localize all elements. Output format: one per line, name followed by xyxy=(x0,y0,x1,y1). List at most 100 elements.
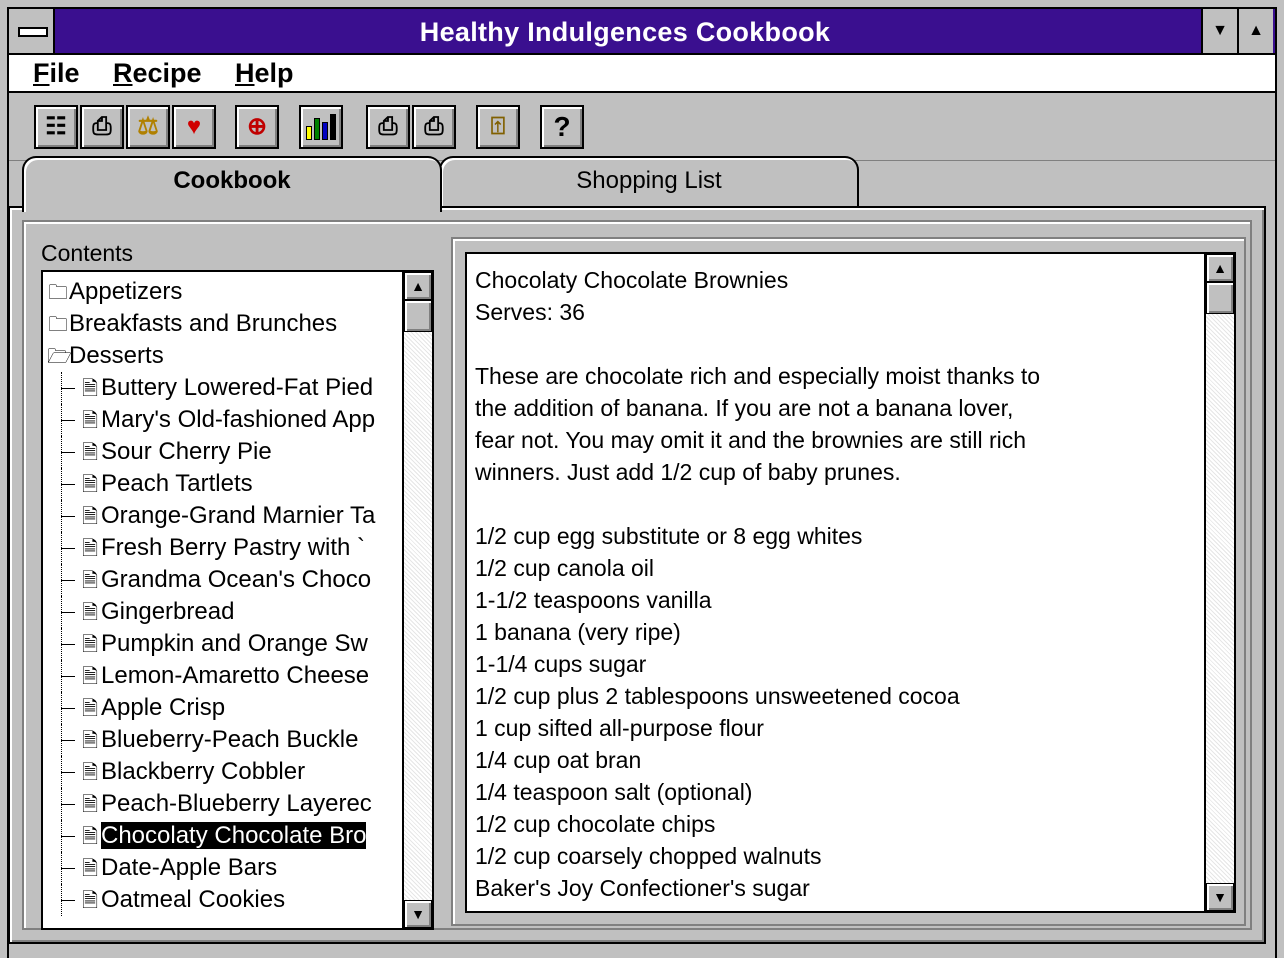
print-setup-button[interactable]: ⎙ xyxy=(412,105,456,149)
tree-item-recipe[interactable]: 🗎 Pumpkin and Orange Sw xyxy=(43,628,395,660)
tree-item-folder[interactable]: 🗀Breakfasts and Brunches xyxy=(43,308,395,340)
tree-item-recipe[interactable]: 🗎 Oatmeal Cookies xyxy=(43,884,395,916)
heart-button[interactable]: ♥ xyxy=(172,105,216,149)
help-button[interactable]: ? xyxy=(540,105,584,149)
scroll-down-button[interactable]: ▼ xyxy=(1206,883,1234,911)
chevron-up-icon: ▲ xyxy=(1248,22,1264,39)
recipe-line: 1-1/2 teaspoons vanilla xyxy=(475,587,712,613)
system-menu-icon xyxy=(18,27,48,37)
tree-item-label: Fresh Berry Pastry with ` xyxy=(101,534,366,561)
minimize-button[interactable]: ▼ xyxy=(1201,9,1237,53)
arrow-up-icon: ▲ xyxy=(411,278,425,294)
recipe-line: 1 banana (very ripe) xyxy=(475,619,681,645)
tree-item-recipe[interactable]: 🗎 Lemon-Amaretto Cheese xyxy=(43,660,395,692)
recipe-line: 1/4 teaspoon salt (optional) xyxy=(475,779,753,805)
heart-icon: ♥ xyxy=(186,113,202,140)
tree-item-label: Blackberry Cobbler xyxy=(101,758,306,785)
tree-item-recipe[interactable]: 🗎 Blackberry Cobbler xyxy=(43,756,395,788)
help-icon: ? xyxy=(553,111,571,142)
tree-item-recipe[interactable]: 🗎 Apple Crisp xyxy=(43,692,395,724)
print-button[interactable]: ⎙ xyxy=(366,105,410,149)
print-setup-icon: ⎙ xyxy=(424,113,444,140)
arrow-down-icon: ▼ xyxy=(1213,889,1227,905)
tree-item-label: Apple Crisp xyxy=(101,694,226,721)
contents-tree[interactable]: 🗀Appetizers 🗀Breakfasts and Brunches 🗁Dess… xyxy=(41,270,434,930)
recipe-line: 1/2 cup coarsely chopped walnuts xyxy=(475,843,822,869)
document-icon: 🗎 xyxy=(81,890,99,912)
menu-bar: File Recipe Help xyxy=(9,55,1275,93)
list-icon: ☷ xyxy=(45,113,67,140)
nutrition-chart-button[interactable] xyxy=(299,105,343,149)
tree-item-folder[interactable]: 🗁Desserts xyxy=(43,340,395,372)
tree-item-recipe[interactable]: 🗎 Fresh Berry Pastry with ` xyxy=(43,532,395,564)
tree-item-recipe[interactable]: 🗎 Grandma Ocean's Choco xyxy=(43,564,395,596)
tree-item-recipe[interactable]: 🗎 Date-Apple Bars xyxy=(43,852,395,884)
recipe-line: 1/2 cup canola oil xyxy=(475,555,655,581)
document-icon: 🗎 xyxy=(81,826,99,848)
maximize-button[interactable]: ▲ xyxy=(1237,9,1273,53)
tree-item-recipe[interactable]: 🗎 Buttery Lowered-Fat Pied xyxy=(43,372,395,404)
recipe-line: 1/2 cup plus 2 tablespoons unsweetened c… xyxy=(475,683,960,709)
camera-button[interactable]: ⎙ xyxy=(80,105,124,149)
document-icon: 🗎 xyxy=(81,602,99,624)
exit-door-icon: ⍐ xyxy=(490,113,506,140)
tree-item-recipe[interactable]: 🗎 Blueberry-Peach Buckle xyxy=(43,724,395,756)
tree-item-label: Blueberry-Peach Buckle xyxy=(101,726,359,753)
print-icon: ⎙ xyxy=(378,113,398,140)
document-icon: 🗎 xyxy=(81,538,99,560)
document-icon: 🗎 xyxy=(81,570,99,592)
tab-shopping-list[interactable]: Shopping List xyxy=(439,156,859,208)
tree-item-label: Sour Cherry Pie xyxy=(101,438,272,465)
document-icon: 🗎 xyxy=(81,410,99,432)
recipe-line: Chocolaty Chocolate Brownies xyxy=(475,267,789,293)
bar-chart-icon xyxy=(306,114,336,140)
tree-item-label: Date-Apple Bars xyxy=(101,854,278,881)
system-menu-button[interactable] xyxy=(9,9,55,53)
arrow-down-icon: ▼ xyxy=(411,906,425,922)
menu-help[interactable]: Help xyxy=(235,55,294,91)
recipe-line: These are chocolate rich and especially … xyxy=(475,363,1041,389)
bar-chart-icon xyxy=(314,118,320,140)
exit-button[interactable]: ⍐ xyxy=(476,105,520,149)
tree-item-label: Chocolaty Chocolate Bro xyxy=(101,822,367,849)
tree-item-recipe[interactable]: 🗎 Peach Tartlets xyxy=(43,468,395,500)
menu-recipe[interactable]: Recipe xyxy=(113,55,202,91)
tree-item-recipe[interactable]: 🗎 Chocolaty Chocolate Bro xyxy=(43,820,395,852)
document-icon: 🗎 xyxy=(81,506,99,528)
scroll-up-button[interactable]: ▲ xyxy=(404,272,432,300)
document-icon: 🗎 xyxy=(81,730,99,752)
tree-item-label: Lemon-Amaretto Cheese xyxy=(101,662,370,689)
tree-item-recipe[interactable]: 🗎 Peach-Blueberry Layerec xyxy=(43,788,395,820)
document-icon: 🗎 xyxy=(81,474,99,496)
tree-item-label: Desserts xyxy=(69,342,164,369)
title-bar[interactable]: Healthy Indulgences Cookbook ▼ ▲ xyxy=(9,9,1275,55)
document-icon: 🗎 xyxy=(81,858,99,880)
tree-item-recipe[interactable]: 🗎 Gingerbread xyxy=(43,596,395,628)
tree-item-folder[interactable]: 🗀Appetizers xyxy=(43,276,395,308)
recipe-line: fear not. You may omit it and the browni… xyxy=(475,427,1027,453)
recipe-list-button[interactable]: ☷ xyxy=(34,105,78,149)
document-icon: 🗎 xyxy=(81,378,99,400)
search-button[interactable]: ⊕ xyxy=(235,105,279,149)
tree-item-recipe[interactable]: 🗎 Orange-Grand Marnier Ta xyxy=(43,500,395,532)
tree-item-label: Peach Tartlets xyxy=(101,470,253,497)
recipe-text-box[interactable]: Chocolaty Chocolate Brownies Serves: 36 Th… xyxy=(465,252,1236,913)
tree-item-recipe[interactable]: 🗎 Mary's Old-fashioned App xyxy=(43,404,395,436)
recipe-line xyxy=(475,328,1195,360)
recipe-text: Chocolaty Chocolate Brownies Serves: 36 Th… xyxy=(475,264,1195,904)
recipe-line: 1/2 cup chocolate chips xyxy=(475,811,716,837)
recipe-line: Baker's Joy Confectioner's sugar xyxy=(475,875,810,901)
scroll-down-button[interactable]: ▼ xyxy=(404,900,432,928)
scales-button[interactable]: ⚖ xyxy=(126,105,170,149)
scroll-thumb[interactable] xyxy=(1206,282,1234,314)
recipe-line: winners. Just add 1/2 cup of baby prunes… xyxy=(475,459,901,485)
contents-scrollbar[interactable]: ▲ ▼ xyxy=(402,272,432,928)
tree-item-recipe[interactable]: 🗎 Sour Cherry Pie xyxy=(43,436,395,468)
tab-cookbook[interactable]: Cookbook xyxy=(22,156,442,212)
menu-file[interactable]: File xyxy=(33,55,80,91)
window-title: Healthy Indulgences Cookbook xyxy=(419,17,831,47)
recipe-scrollbar[interactable]: ▲ ▼ xyxy=(1204,254,1234,911)
scroll-thumb[interactable] xyxy=(404,300,432,332)
scroll-up-button[interactable]: ▲ xyxy=(1206,254,1234,282)
recipe-line: 1-1/4 cups sugar xyxy=(475,651,647,677)
